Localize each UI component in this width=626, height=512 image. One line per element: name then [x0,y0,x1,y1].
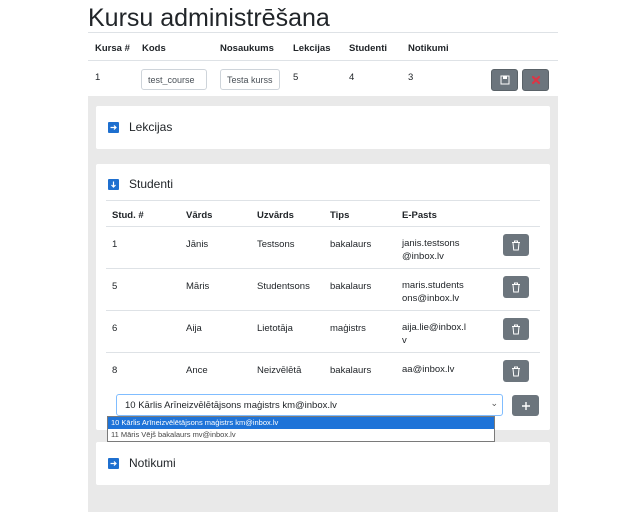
remove-student-button[interactable] [503,360,529,382]
stud-id: 6 [112,323,118,334]
course-events: 3 [408,72,414,83]
stud-last-name: Testsons [257,239,295,250]
students-label: Studenti [129,177,174,191]
stud-email: aa@inbox.lv [402,364,455,375]
course-id: 1 [95,72,101,83]
course-table-header: Kursa # Kods Nosaukums Lekcijas Studenti… [88,32,558,61]
stud-type: bakalaurs [330,239,372,250]
students-toggle[interactable]: Studenti [108,177,173,191]
student-option[interactable]: 10 Kārlis Arīneizvēlētājsons maģistrs km… [108,417,494,429]
col-last-name: Uzvārds [257,210,294,221]
course-row: 1 5 4 3 [88,61,558,97]
events-card: Notikumi [96,442,550,485]
table-row: 1 Jānis Testsons bakalaurs janis.testson… [106,227,540,269]
delete-course-button[interactable] [522,69,549,91]
col-name: Nosaukums [220,43,274,54]
events-label: Notikumi [129,456,176,470]
course-students: 4 [349,72,355,83]
stud-last-name: Lietotāja [257,323,293,334]
col-course-id: Kursa # [95,43,130,54]
col-students: Studenti [349,43,387,54]
stud-id: 5 [112,281,118,292]
lectures-card: Lekcijas [96,106,550,149]
student-select-dropdown: 10 Kārlis Arīneizvēlētājsons maģistrs km… [107,416,495,442]
table-row: 5 Māris Studentsons bakalaurs maris.stud… [106,269,540,311]
stud-type: bakalaurs [330,281,372,292]
stud-first-name: Aija [186,323,202,334]
page-title: Kursu administrēšana [88,4,330,32]
stud-first-name: Ance [186,365,208,376]
course-name-input[interactable] [220,69,280,90]
students-table-header: Stud. # Vārds Uzvārds Tips E-Pasts [106,200,540,227]
trash-icon [512,240,520,250]
col-code: Kods [142,43,166,54]
course-lectures: 5 [293,72,299,83]
student-select[interactable]: 10 Kārlis Arīneizvēlētājsons maģistrs km… [116,394,503,416]
trash-icon [512,324,520,334]
arrow-right-icon [108,457,119,469]
stud-type: bakalaurs [330,365,372,376]
course-code-input[interactable] [141,69,207,90]
stud-first-name: Jānis [186,239,209,250]
save-button[interactable] [491,69,518,91]
stud-id: 8 [112,365,118,376]
student-select-value: 10 Kārlis Arīneizvēlētājsons maģistrs km… [125,400,337,411]
stud-email: aija.lie@inbox.lv [402,322,467,346]
chevron-down-icon: ⌄ [490,398,498,408]
save-icon [500,75,509,85]
arrow-down-icon [108,178,119,190]
x-icon [531,75,540,85]
col-type: Tips [330,210,350,221]
stud-last-name: Studentsons [257,281,310,292]
lectures-label: Lekcijas [129,120,173,134]
trash-icon [512,366,520,376]
stud-type: maģistrs [330,323,366,334]
add-student-button[interactable] [512,395,539,416]
arrow-right-icon [108,121,119,133]
events-toggle[interactable]: Notikumi [108,456,176,470]
stud-email: janis.testsons@inbox.lv [402,238,460,262]
students-card: Studenti Stud. # Vārds Uzvārds Tips E-Pa… [96,164,550,430]
col-email: E-Pasts [402,210,437,221]
stud-last-name: Neizvēlētā [257,365,302,376]
col-stud-id: Stud. # [112,210,144,221]
plus-icon [521,401,530,410]
col-first-name: Vārds [186,210,213,221]
remove-student-button[interactable] [503,318,529,340]
student-option[interactable]: 11 Māris Vējš bakalaurs mv@inbox.lv [108,429,494,441]
course-details-panel: Lekcijas Studenti Stud. # Vārds Uzvārds … [88,96,558,512]
trash-icon [512,282,520,292]
stud-first-name: Māris [186,281,210,292]
lectures-toggle[interactable]: Lekcijas [108,120,172,134]
col-lectures: Lekcijas [293,43,331,54]
stud-id: 1 [112,239,118,250]
table-row: 8 Ance Neizvēlētā bakalaurs aa@inbox.lv [106,353,540,395]
remove-student-button[interactable] [503,234,529,256]
col-events: Notikumi [408,43,449,54]
stud-email: maris.studentsons@inbox.lv [402,280,464,304]
table-row: 6 Aija Lietotāja maģistrs aija.lie@inbox… [106,311,540,353]
remove-student-button[interactable] [503,276,529,298]
